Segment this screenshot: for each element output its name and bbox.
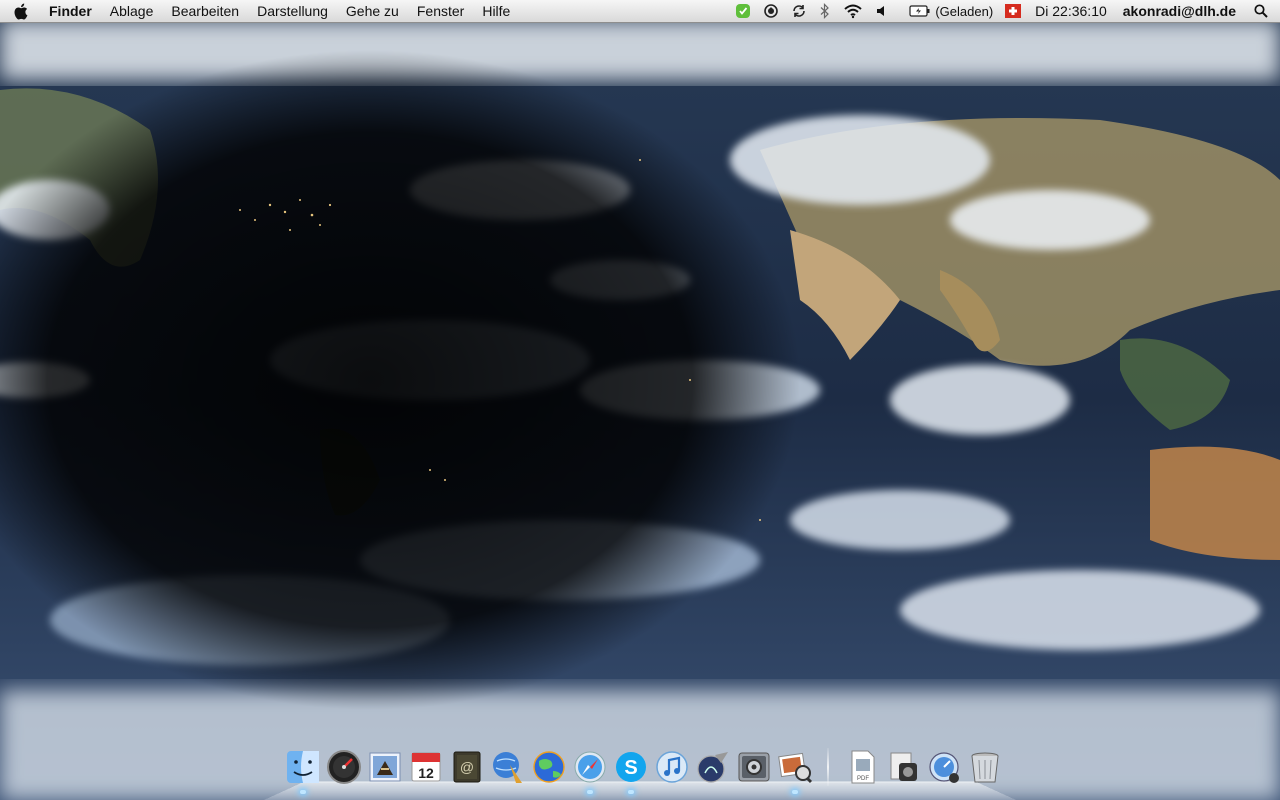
finder-icon xyxy=(286,751,319,783)
evernote-icon xyxy=(736,4,751,18)
mail-icon xyxy=(369,752,400,782)
dock-ical[interactable]: 12 xyxy=(408,749,444,785)
menu-ablage[interactable]: Ablage xyxy=(101,0,163,22)
menu-finder[interactable]: Finder xyxy=(40,0,101,22)
dock-separator xyxy=(827,748,829,786)
wifi-status[interactable] xyxy=(837,0,869,22)
trash-icon xyxy=(971,752,998,783)
earth-wallpaper xyxy=(0,0,1280,800)
itunes-icon xyxy=(655,751,688,783)
running-indicator xyxy=(299,790,306,794)
time-machine-icon xyxy=(764,4,779,18)
dock-trash[interactable] xyxy=(967,749,1003,785)
dock-utilities-folder[interactable] xyxy=(885,749,921,785)
svg-text:S: S xyxy=(624,757,637,779)
menu-bearbeiten[interactable]: Bearbeiten xyxy=(162,0,248,22)
globe-icon xyxy=(532,751,565,783)
dock-applications-folder[interactable] xyxy=(926,749,962,785)
battery-status[interactable]: (Geladen) xyxy=(895,0,999,22)
spotlight-menu[interactable] xyxy=(1244,0,1280,22)
safari-icon xyxy=(574,751,605,783)
desktop[interactable] xyxy=(0,0,1280,800)
dock-skype[interactable]: S xyxy=(613,749,649,794)
utilities-folder-icon xyxy=(890,752,917,781)
sync-status[interactable] xyxy=(785,0,813,22)
network-utility-icon xyxy=(492,752,522,783)
pdf-label: PDF xyxy=(857,776,869,782)
dock-mail[interactable] xyxy=(367,749,403,785)
dock-globe[interactable] xyxy=(531,749,567,785)
dock-safari[interactable] xyxy=(572,749,608,794)
ical-icon: 12 xyxy=(411,752,440,782)
preview-icon xyxy=(777,752,812,784)
system-preferences-icon xyxy=(738,752,769,782)
ical-date: 12 xyxy=(418,765,434,781)
fast-user-switch-menu[interactable]: akonradi@dlh.de xyxy=(1115,3,1244,19)
instruments-icon xyxy=(696,752,728,783)
dashboard-icon xyxy=(326,750,361,784)
battery-icon xyxy=(909,5,930,17)
menu-clock[interactable]: Di 22:36:10 xyxy=(1027,3,1115,19)
apple-menu[interactable] xyxy=(0,3,40,20)
dock-pdf-document[interactable]: PDF xyxy=(844,749,880,785)
pdf-document-icon: PDF xyxy=(851,750,874,784)
evernote-status[interactable] xyxy=(729,0,757,22)
address-book-icon: @ xyxy=(453,751,480,783)
running-indicator xyxy=(586,790,593,794)
spotlight-search-icon xyxy=(1254,4,1268,18)
dock-dashboard[interactable] xyxy=(326,749,362,785)
skype-icon: S xyxy=(615,752,646,782)
wifi-icon xyxy=(844,4,863,19)
dock-finder[interactable] xyxy=(285,749,321,794)
bluetooth-icon xyxy=(820,3,830,19)
volume-icon xyxy=(877,6,885,16)
time-machine-status[interactable] xyxy=(757,0,785,22)
dock-network-utility[interactable] xyxy=(490,749,526,785)
input-source-menu[interactable] xyxy=(999,0,1027,22)
menu-hilfe[interactable]: Hilfe xyxy=(473,0,519,22)
swiss-flag-icon xyxy=(1005,4,1022,18)
svg-text:@: @ xyxy=(459,759,473,775)
applications-folder-icon xyxy=(928,752,959,783)
dock-address-book[interactable]: @ xyxy=(449,749,485,785)
bluetooth-status[interactable] xyxy=(813,0,837,22)
sync-icon xyxy=(793,5,806,17)
volume-status[interactable] xyxy=(869,0,895,22)
dock-instruments[interactable] xyxy=(695,749,731,785)
dock-preview[interactable] xyxy=(777,749,813,794)
battery-text: (Geladen) xyxy=(935,3,994,19)
menu-bar: Finder Ablage Bearbeiten Darstellung Geh… xyxy=(0,0,1280,23)
apple-logo-icon xyxy=(14,3,27,19)
dock-itunes[interactable] xyxy=(654,749,690,785)
dock-system-preferences[interactable] xyxy=(736,749,772,785)
running-indicator xyxy=(627,790,634,794)
dock-items: 12 @ S PDF xyxy=(282,748,1005,794)
menu-gehe-zu[interactable]: Gehe zu xyxy=(337,0,408,22)
dock: 12 @ S PDF xyxy=(264,744,1016,800)
menu-fenster[interactable]: Fenster xyxy=(408,0,473,22)
running-indicator xyxy=(791,790,798,794)
menu-darstellung[interactable]: Darstellung xyxy=(248,0,337,22)
